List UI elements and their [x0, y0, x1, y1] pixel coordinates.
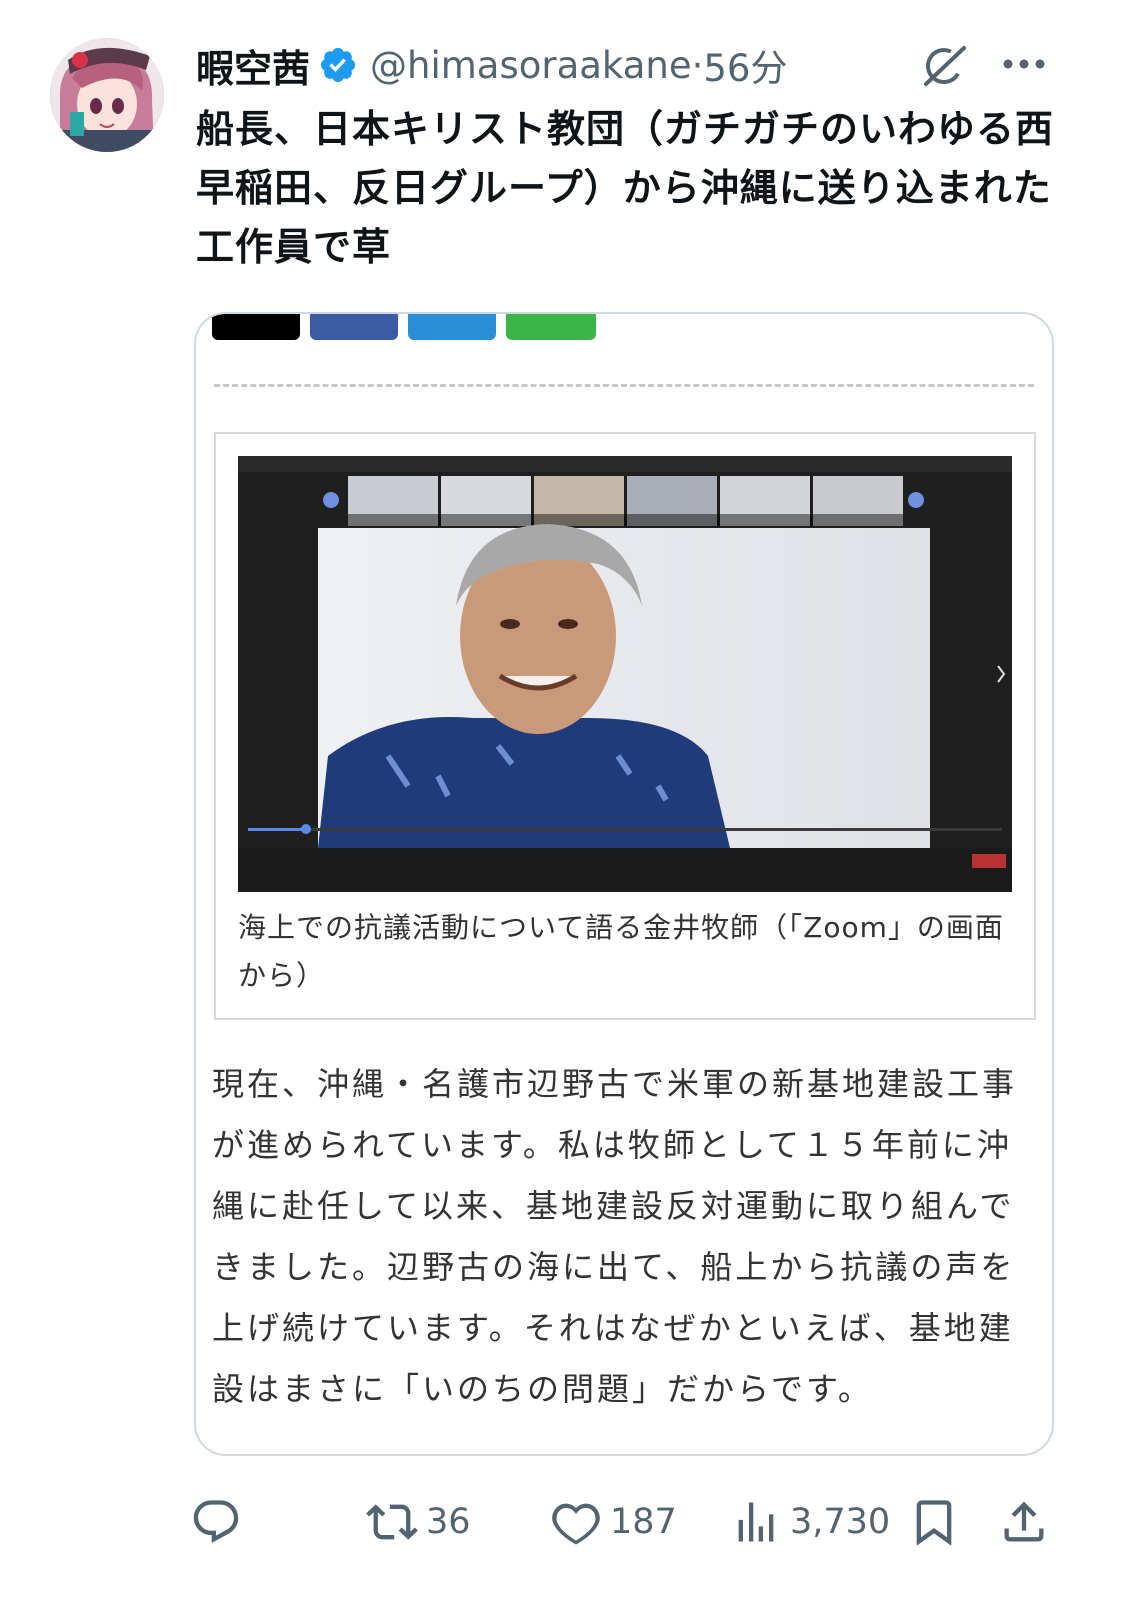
- article-figure: 海上での抗議活動について語る金井牧師（「Zoom」の画面から）: [214, 432, 1036, 1020]
- article-body: 現在、沖縄・名護市辺野古で米軍の新基地建設工事が進められています。私は牧師として…: [212, 1065, 1018, 1408]
- like-button[interactable]: 187: [550, 1490, 677, 1554]
- retweet-count: 36: [426, 1502, 471, 1542]
- reply-button[interactable]: [190, 1490, 242, 1554]
- tweet-text: 船長、日本キリスト教団（ガチガチのいわゆる西早稲田、反日グループ）から沖縄に送り…: [196, 107, 1055, 269]
- zoom-meeting-image: [238, 456, 1012, 892]
- views-icon: [738, 1502, 774, 1542]
- bookmark-button[interactable]: [908, 1490, 960, 1554]
- article-card[interactable]: 海上での抗議活動について語る金井牧師（「Zoom」の画面から） 現在、沖縄・名護…: [194, 312, 1054, 1456]
- x-share-icon[interactable]: [212, 314, 300, 340]
- verified-badge-icon[interactable]: [318, 45, 358, 85]
- separator: ·: [691, 43, 704, 87]
- action-bar: 36 187 3,730: [190, 1490, 1070, 1554]
- timestamp[interactable]: 56分: [703, 38, 787, 92]
- display-name[interactable]: 暇空茜: [196, 38, 310, 93]
- more-options-icon[interactable]: [998, 52, 1050, 76]
- retweet-button[interactable]: 36: [366, 1490, 471, 1554]
- grok-icon[interactable]: [918, 40, 970, 92]
- line-share-icon[interactable]: [408, 314, 496, 340]
- tweet-header: 暇空茜 @himasoraakane · 56分: [196, 38, 787, 93]
- like-icon: [552, 1503, 600, 1545]
- avatar[interactable]: [50, 38, 164, 152]
- bookmark-icon: [916, 1500, 952, 1546]
- views-count: 3,730: [790, 1502, 891, 1542]
- share-icon: [1004, 1501, 1044, 1542]
- avatar-image: [50, 38, 164, 152]
- email-share-icon[interactable]: [506, 314, 596, 340]
- like-count: 187: [610, 1502, 677, 1542]
- handle[interactable]: @himasoraakane: [370, 44, 692, 87]
- divider: [214, 384, 1034, 387]
- reply-icon: [193, 1500, 239, 1544]
- retweet-icon: [366, 1504, 418, 1540]
- image-caption: 海上での抗議活動について語る金井牧師（「Zoom」の画面から）: [238, 911, 1004, 992]
- share-button[interactable]: [998, 1490, 1050, 1554]
- zoom-screenshot[interactable]: [238, 456, 1012, 892]
- facebook-share-icon[interactable]: [310, 314, 398, 340]
- views-button[interactable]: 3,730: [730, 1490, 890, 1554]
